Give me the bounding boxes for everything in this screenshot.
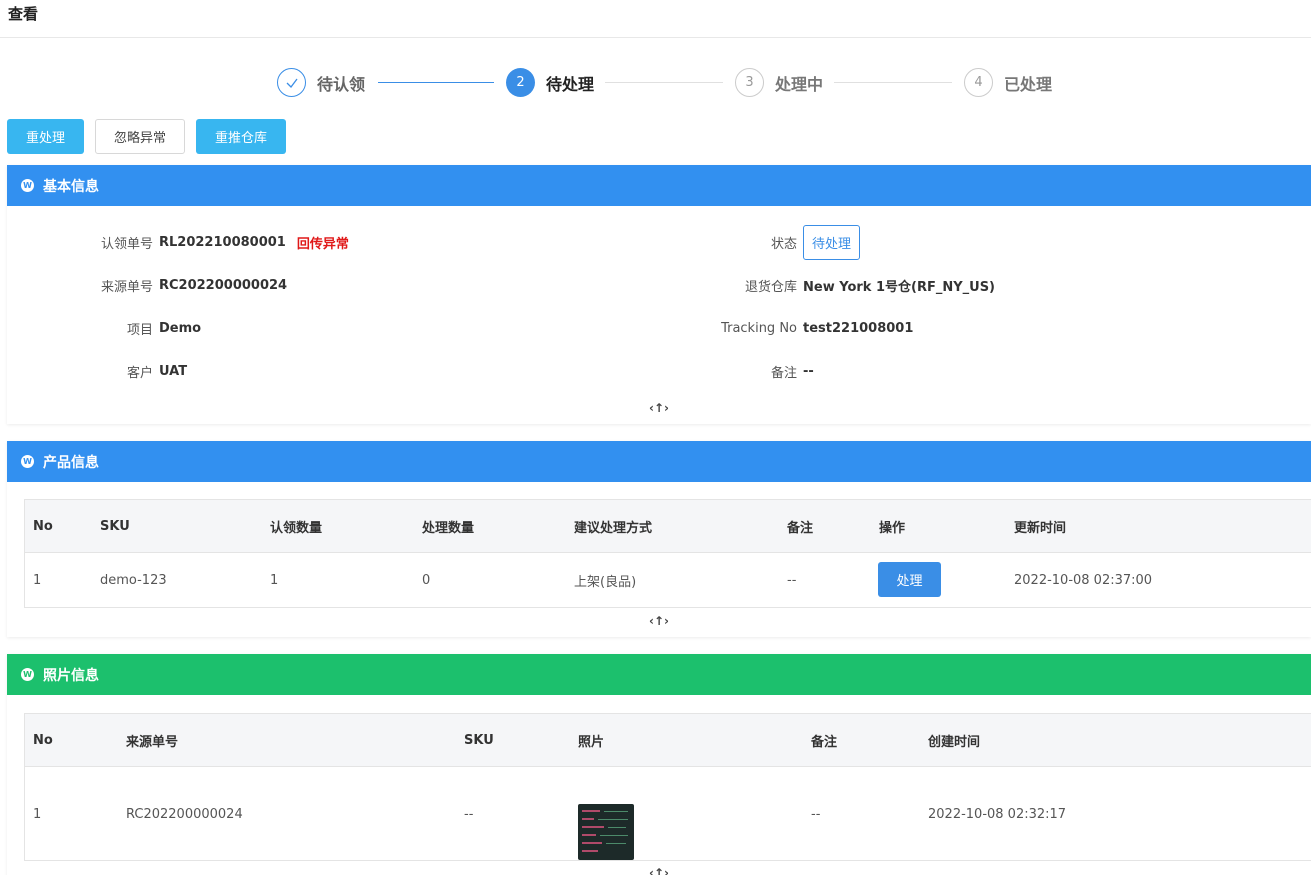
step-connector	[378, 82, 494, 83]
remark-value: --	[803, 363, 814, 379]
column-header: No	[33, 518, 53, 534]
action-bar: 重处理 忽略异常 重推仓库	[7, 119, 286, 154]
step-label: 待处理	[546, 74, 595, 94]
cell-updated: 2022-10-08 02:37:00	[1014, 572, 1153, 588]
column-header: 建议处理方式	[574, 520, 653, 536]
status-badge: 待处理	[803, 224, 861, 260]
step-connector	[834, 82, 952, 83]
column-header: 备注	[787, 520, 814, 536]
project-label: 项目	[126, 322, 153, 338]
step-4: 4 已处理	[964, 68, 1052, 97]
remark-row: 备注 --	[707, 361, 814, 381]
column-header: 认领数量	[270, 520, 323, 536]
source-no-value: RC202200000024	[159, 277, 288, 293]
column-header: No	[33, 732, 53, 748]
table-row: 1 demo-123 1 0 上架(良品) -- 处理 2022-10-08 0…	[25, 553, 1311, 607]
step-label: 处理中	[775, 74, 824, 94]
step-label: 待认领	[317, 74, 366, 94]
status-row: 状态 待处理	[707, 224, 861, 260]
cell-no: 1	[33, 572, 42, 588]
source-no-label: 来源单号	[100, 279, 153, 295]
basic-info-header: W 基本信息	[7, 165, 1311, 206]
status-label: 状态	[770, 236, 797, 252]
column-header: SKU	[464, 732, 494, 748]
photo-thumbnail[interactable]	[578, 804, 634, 860]
column-header: 备注	[811, 734, 838, 750]
customer-value: UAT	[159, 363, 188, 379]
repush-warehouse-button[interactable]: 重推仓库	[196, 119, 286, 154]
table-row: 1 RC202200000024 -- -- 2022-10-08 02:32:…	[25, 767, 1311, 861]
warehouse-row: 退货仓库 New York 1号仓(RF_NY_US)	[707, 275, 995, 295]
panel-title: 产品信息	[43, 454, 99, 471]
step-number: 2	[506, 68, 535, 97]
panel-title: 照片信息	[43, 667, 99, 684]
claim-no-label: 认领单号	[100, 236, 153, 252]
cell-proc-qty: 0	[422, 572, 431, 588]
column-header: 更新时间	[1014, 520, 1067, 536]
cell-sku: --	[464, 806, 474, 822]
check-icon	[277, 68, 306, 97]
photo-info-header: W 照片信息	[7, 654, 1311, 695]
basic-info-panel: W 基本信息 认领单号 RL202210080001 回传异常 状态 待处理 来…	[7, 165, 1311, 424]
step-number: 3	[735, 68, 764, 97]
tracking-row: Tracking No test221008001	[707, 318, 913, 338]
table-header: No 来源单号 SKU 照片 备注 创建时间	[25, 714, 1311, 767]
column-header: 创建时间	[928, 734, 981, 750]
claim-no-value: RL202210080001	[159, 234, 286, 250]
claim-error-text: 回传异常	[296, 236, 349, 252]
cell-sku: demo-123	[100, 572, 167, 588]
project-row: 项目 Demo	[87, 318, 201, 338]
cell-remark: --	[787, 572, 797, 588]
panel-title: 基本信息	[43, 178, 99, 195]
cell-source-no: RC202200000024	[126, 806, 243, 822]
reprocess-button[interactable]: 重处理	[7, 119, 84, 154]
step-label: 已处理	[1004, 74, 1053, 94]
cell-remark: --	[811, 806, 821, 822]
table-header: No SKU 认领数量 处理数量 建议处理方式 备注 操作 更新时间	[25, 500, 1311, 553]
wordpress-icon: W	[21, 668, 34, 681]
cell-method: 上架(良品)	[574, 574, 637, 590]
page-title: 查看	[8, 5, 39, 23]
cell-claim-qty: 1	[270, 572, 279, 588]
step-connector	[605, 82, 723, 83]
column-header: 照片	[578, 734, 605, 750]
step-3: 3 处理中	[735, 68, 823, 97]
column-header: 来源单号	[126, 734, 179, 750]
collapse-toggle-icon[interactable]: ‹↑›	[7, 866, 1311, 875]
wordpress-icon: W	[21, 455, 34, 468]
project-value: Demo	[159, 320, 202, 336]
cell-created: 2022-10-08 02:32:17	[928, 806, 1067, 822]
photo-info-panel: W 照片信息 No 来源单号 SKU 照片 备注 创建时间 1 RC202200…	[7, 654, 1311, 875]
collapse-toggle-icon[interactable]: ‹↑›	[7, 401, 1311, 415]
product-table: No SKU 认领数量 处理数量 建议处理方式 备注 操作 更新时间 1 dem…	[24, 499, 1311, 608]
step-1: 待认领	[277, 68, 365, 97]
wordpress-icon: W	[21, 179, 34, 192]
process-steps: 待认领 2 待处理 3 处理中 4 已处理	[0, 68, 1311, 98]
step-number: 4	[964, 68, 993, 97]
column-header: 操作	[879, 520, 906, 536]
collapse-toggle-icon[interactable]: ‹↑›	[7, 614, 1311, 628]
ignore-exception-button[interactable]: 忽略异常	[95, 119, 185, 154]
warehouse-value: New York 1号仓(RF_NY_US)	[803, 279, 995, 295]
page-header: 查看	[0, 0, 1311, 38]
column-header: SKU	[100, 518, 130, 534]
column-header: 处理数量	[422, 520, 475, 536]
warehouse-label: 退货仓库	[744, 279, 797, 295]
handle-button[interactable]: 处理	[878, 562, 941, 597]
cell-no: 1	[33, 806, 42, 822]
product-info-header: W 产品信息	[7, 441, 1311, 482]
customer-row: 客户 UAT	[87, 361, 187, 381]
tracking-value: test221008001	[803, 320, 914, 336]
customer-label: 客户	[126, 365, 153, 381]
product-info-panel: W 产品信息 No SKU 认领数量 处理数量 建议处理方式 备注 操作 更新时…	[7, 441, 1311, 637]
step-2: 2 待处理	[506, 68, 594, 97]
source-no-row: 来源单号 RC202200000024	[87, 275, 287, 295]
remark-label: 备注	[770, 365, 797, 381]
claim-no-row: 认领单号 RL202210080001 回传异常	[87, 232, 349, 252]
tracking-label: Tracking No	[721, 320, 797, 336]
photo-table: No 来源单号 SKU 照片 备注 创建时间 1 RC202200000024 …	[24, 713, 1311, 861]
